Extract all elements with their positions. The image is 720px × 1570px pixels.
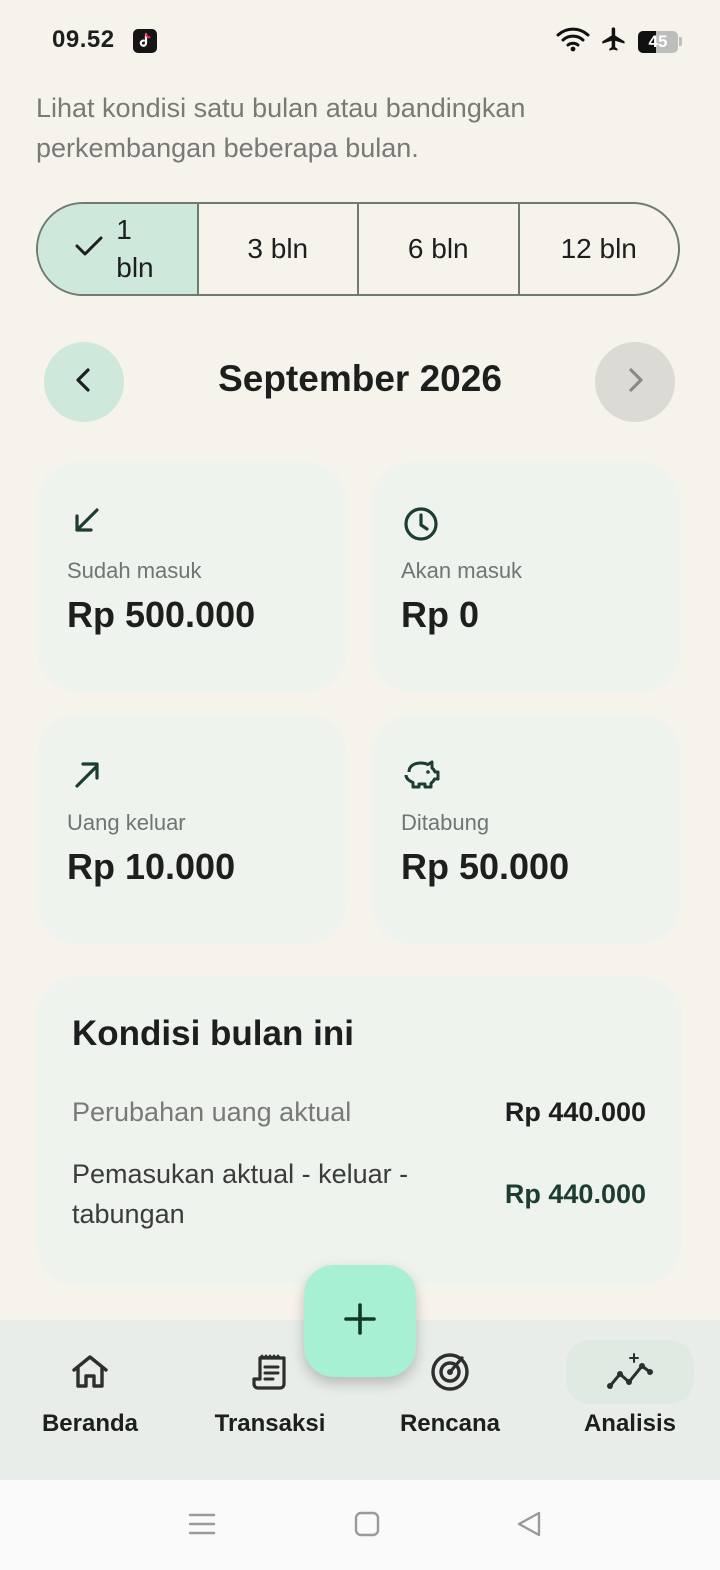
page-description: Lihat kondisi satu bulan atau bandingkan… <box>36 93 526 163</box>
tiktok-notification-icon <box>133 29 157 53</box>
stat-value: Rp 500.000 <box>67 594 256 635</box>
stat-card-income[interactable]: Sudah masuk Rp 500.000 <box>37 462 347 692</box>
summary-row: Pemasukan aktual - keluar - tabungan Rp … <box>72 1154 646 1234</box>
range-option-label: 1 bln <box>116 214 154 283</box>
monthly-summary-card: Kondisi bulan ini Perubahan uang aktual … <box>36 976 682 1286</box>
status-icons: 45 <box>556 25 682 58</box>
status-time: 09.52 <box>52 26 115 53</box>
plus-icon <box>343 1302 377 1341</box>
stat-value: Rp 0 <box>401 594 480 635</box>
battery-cap <box>679 37 682 46</box>
stat-value: Rp 50.000 <box>401 846 570 887</box>
home-square-icon[interactable] <box>354 1511 380 1542</box>
wifi-icon <box>556 26 590 57</box>
system-navigation-bar <box>0 1480 720 1570</box>
nav-label: Transaksi <box>214 1410 326 1437</box>
stat-card-expense[interactable]: Uang keluar Rp 10.000 <box>37 714 347 944</box>
range-option-label: 12 bln <box>560 233 637 264</box>
nav-item-analisis[interactable]: Analisis <box>540 1340 720 1438</box>
battery-icon: 45 <box>638 30 678 53</box>
range-option-label: 3 bln <box>247 233 309 264</box>
nav-label: Beranda <box>41 1410 139 1437</box>
nav-item-beranda[interactable]: Beranda <box>0 1348 180 1438</box>
summary-row: Perubahan uang aktual Rp 440.000 <box>72 1092 646 1132</box>
stat-label: Ditabung <box>401 810 490 835</box>
next-month-button[interactable] <box>595 342 675 422</box>
battery-level: 45 <box>648 31 668 51</box>
arrow-down-left-icon <box>67 502 107 542</box>
clock-icon <box>401 502 441 542</box>
chevron-left-icon <box>72 366 96 399</box>
stat-card-savings[interactable]: Ditabung Rp 50.000 <box>371 714 681 944</box>
range-option-12[interactable]: 12 bln <box>520 204 679 294</box>
range-option-3[interactable]: 3 bln <box>199 204 359 294</box>
arrow-up-right-icon <box>67 754 107 794</box>
summary-row-value: Rp 440.000 <box>504 1096 646 1127</box>
stat-value: Rp 10.000 <box>67 846 236 887</box>
home-icon <box>0 1348 180 1396</box>
stat-label: Sudah masuk <box>67 558 202 583</box>
piggy-bank-icon <box>401 754 441 794</box>
summary-row-value: Rp 440.000 <box>504 1178 646 1209</box>
summary-row-label: Perubahan uang aktual <box>72 1097 352 1127</box>
check-icon <box>74 233 104 265</box>
summary-title: Kondisi bulan ini <box>72 1014 354 1053</box>
summary-row-label: Pemasukan aktual - keluar - tabungan <box>72 1159 409 1229</box>
add-transaction-button[interactable] <box>304 1265 416 1377</box>
stat-label: Uang keluar <box>67 810 186 835</box>
previous-month-button[interactable] <box>44 342 124 422</box>
chevron-right-icon <box>623 366 647 399</box>
chart-icon <box>566 1340 694 1404</box>
menu-icon[interactable] <box>188 1510 216 1543</box>
stat-card-upcoming[interactable]: Akan masuk Rp 0 <box>371 462 681 692</box>
nav-label: Rencana <box>399 1410 501 1437</box>
range-option-6[interactable]: 6 bln <box>359 204 520 294</box>
range-option-1[interactable]: 1 bln <box>38 204 199 294</box>
month-title: September 2026 <box>218 358 502 399</box>
range-option-label: 6 bln <box>407 233 469 264</box>
nav-label: Analisis <box>583 1410 677 1437</box>
back-icon[interactable] <box>516 1511 542 1542</box>
range-selector: 1 bln 3 bln 6 bln 12 bln <box>36 202 680 296</box>
airplane-icon <box>600 25 628 58</box>
stat-label: Akan masuk <box>401 558 523 583</box>
